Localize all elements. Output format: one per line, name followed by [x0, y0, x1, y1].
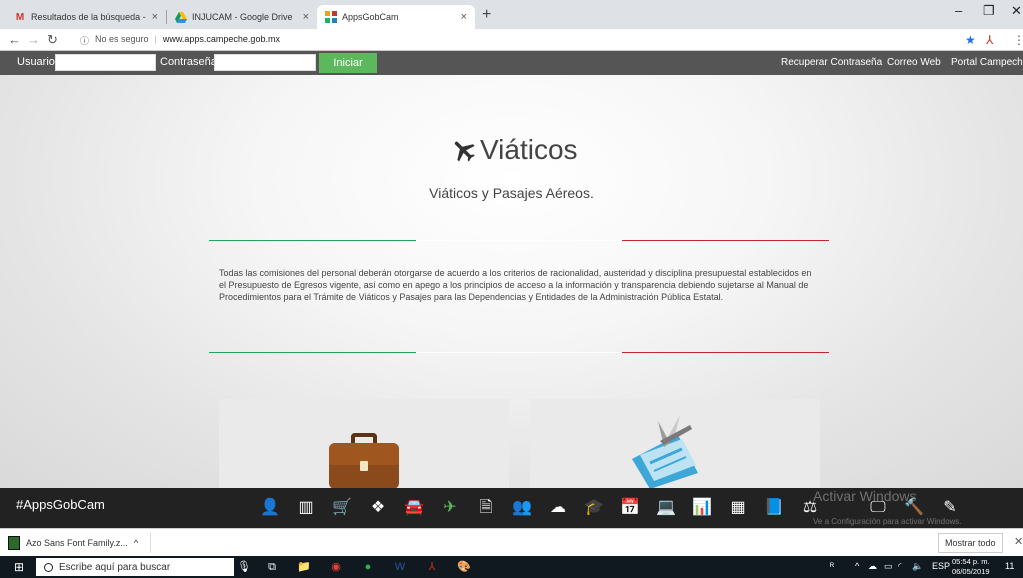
divider-flag-top — [209, 240, 830, 241]
download-file-name: Azo Sans Font Family.z... — [26, 538, 128, 548]
menu-icon[interactable]: ⋮ — [1013, 33, 1023, 47]
paint-icon[interactable]: 🎨 — [456, 559, 472, 575]
card-viaticos[interactable] — [219, 399, 509, 489]
windows-start-icon[interactable]: ⊞ — [14, 560, 24, 574]
bookmark-star-icon[interactable]: ★ — [965, 33, 976, 47]
close-shelf-icon[interactable]: ✕ — [1014, 535, 1023, 548]
tray-chevron-icon[interactable]: ^ — [855, 561, 859, 571]
download-item[interactable]: Azo Sans Font Family.z... ^ — [8, 533, 152, 553]
activation-watermark-sub: Ve a Configuración para activar Windows. — [813, 517, 962, 526]
security-label: No es seguro — [95, 34, 149, 44]
laptop-icon[interactable]: 💻 — [655, 497, 677, 519]
forward-icon[interactable]: → — [27, 32, 40, 47]
apps-icon — [325, 11, 337, 23]
divider-flag-bottom — [209, 352, 830, 353]
briefcase-icon — [329, 433, 399, 489]
hero-section: Viáticos Viáticos y Pasajes Aéreos. Toda… — [0, 75, 1023, 489]
calendar-icon[interactable]: 📅 — [619, 497, 641, 519]
close-tab-icon[interactable]: × — [152, 11, 158, 23]
password-input[interactable] — [214, 54, 316, 71]
taskbar-search[interactable]: Escribe aquí para buscar — [36, 558, 234, 576]
plane-icon[interactable]: ✈ — [439, 497, 461, 519]
description-text: Todas las comisiones del personal deberá… — [219, 268, 812, 302]
acrobat-icon[interactable]: ⅄ — [424, 559, 440, 575]
people-icon[interactable]: ᴿ — [830, 561, 834, 571]
chevron-up-icon[interactable]: ^ — [134, 538, 138, 548]
cart-icon[interactable]: 🛒 — [331, 497, 353, 519]
car-icon[interactable]: 🚘 — [403, 497, 425, 519]
url-field[interactable]: ⓘ No es seguro | www.apps.campeche.gob.m… — [80, 34, 280, 47]
document-icon[interactable]: 🗎 — [475, 497, 497, 519]
extension-icon[interactable]: ⅄ — [986, 33, 993, 47]
show-all-button[interactable]: Mostrar todo — [938, 533, 1003, 553]
cloud-icon[interactable]: ☁ — [547, 497, 569, 519]
close-tab-icon[interactable]: × — [303, 11, 309, 23]
language-indicator[interactable]: ESP — [932, 561, 950, 571]
task-view-icon[interactable]: ⧉ — [264, 559, 280, 575]
wifi-icon[interactable]: ◜ — [898, 561, 902, 572]
tab-google-drive[interactable]: INJUCAM - Google Drive × — [167, 5, 317, 29]
search-icon — [44, 562, 53, 572]
graduation-cap-icon[interactable]: 🎓 — [583, 497, 605, 519]
google-drive-icon — [175, 11, 187, 23]
activation-watermark: Activar Windows — [813, 488, 917, 504]
reload-icon[interactable]: ↻ — [47, 32, 58, 48]
password-label: Contraseña — [160, 56, 217, 68]
user-icon[interactable]: 👤 — [259, 497, 281, 519]
gmail-icon: M — [15, 11, 25, 23]
calculator-icon[interactable]: ▦ — [727, 497, 749, 519]
clock-time: 05:54 p. m. — [952, 557, 990, 566]
word-icon[interactable]: W — [392, 559, 408, 575]
cubes-icon[interactable]: ❖ — [367, 497, 389, 519]
notifications-count: 11 — [1005, 561, 1015, 571]
clock[interactable]: 05:54 p. m. 06/05/2019 — [952, 557, 990, 577]
notifications-icon[interactable]: 11 — [1005, 561, 1014, 571]
tab-appsgobcam[interactable]: AppsGobCam × — [317, 5, 475, 29]
page-subtitle: Viáticos y Pasajes Aéreos. — [429, 185, 594, 201]
restore-icon[interactable]: ❐ — [983, 3, 995, 19]
page-title-text: Viáticos — [480, 134, 578, 165]
microphone-icon[interactable]: 🎙 — [236, 559, 252, 575]
plane-icon — [454, 141, 475, 162]
apps-bar: #AppsGobCam 👤 ▥ 🛒 ❖ 🚘 ✈ 🗎 👥 ☁ 🎓 📅 💻 📊 ▦ … — [0, 488, 1023, 528]
back-icon[interactable]: ← — [8, 32, 21, 47]
user-label: Usuario — [17, 56, 55, 68]
windows-taskbar: ⊞ Escribe aquí para buscar 🎙 ⧉ 📁 ◉ ● W ⅄… — [0, 556, 1023, 578]
plane-tickets-icon — [632, 415, 698, 489]
close-tab-icon[interactable]: × — [461, 11, 467, 23]
apps-brand[interactable]: #AppsGobCam — [16, 497, 105, 512]
card-pasajes[interactable] — [530, 399, 820, 489]
downloads-shelf: Azo Sans Font Family.z... ^ Mostrar todo… — [0, 528, 1023, 556]
search-placeholder: Escribe aquí para buscar — [59, 561, 171, 573]
minimize-icon[interactable]: – — [955, 3, 962, 18]
volume-icon[interactable]: 🔈 — [912, 561, 923, 572]
url-text: www.apps.campeche.gob.mx — [162, 34, 280, 44]
spotify-icon[interactable]: ● — [360, 559, 376, 575]
portal-campeche-link[interactable]: Portal Campeche — [951, 57, 1023, 68]
user-input[interactable] — [55, 54, 156, 71]
tab-gmail[interactable]: M Resultados de la búsqueda - cor × — [6, 5, 166, 29]
web-mail-link[interactable]: Correo Web — [887, 57, 941, 68]
address-bar: ← → ↻ ⓘ No es seguro | www.apps.campeche… — [0, 29, 1023, 51]
edit-icon[interactable]: ✎ — [939, 497, 961, 519]
file-explorer-icon[interactable]: 📁 — [296, 559, 312, 575]
book-icon[interactable]: 📘 — [763, 497, 785, 519]
onedrive-icon[interactable]: ☁ — [868, 561, 877, 572]
clock-date: 06/05/2019 — [952, 567, 990, 576]
info-icon[interactable]: ⓘ — [80, 34, 89, 47]
battery-icon[interactable]: ▭ — [884, 561, 893, 572]
browser-tab-strip: M Resultados de la búsqueda - cor × INJU… — [0, 0, 1023, 29]
bar-chart-icon[interactable]: 📊 — [691, 497, 713, 519]
close-window-icon[interactable]: ✕ — [1011, 3, 1022, 19]
chrome-icon[interactable]: ◉ — [328, 559, 344, 575]
site-top-nav: Usuario Contraseña Iniciar Recuperar Con… — [0, 51, 1023, 75]
new-tab-icon[interactable]: + — [482, 6, 491, 24]
add-user-icon[interactable]: 👥 — [511, 497, 533, 519]
recover-password-link[interactable]: Recuperar Contraseña — [781, 57, 882, 68]
archive-file-icon — [8, 536, 20, 550]
page-title: Viáticos — [450, 134, 578, 166]
login-button[interactable]: Iniciar — [319, 53, 377, 73]
building-icon[interactable]: ▥ — [295, 497, 317, 519]
